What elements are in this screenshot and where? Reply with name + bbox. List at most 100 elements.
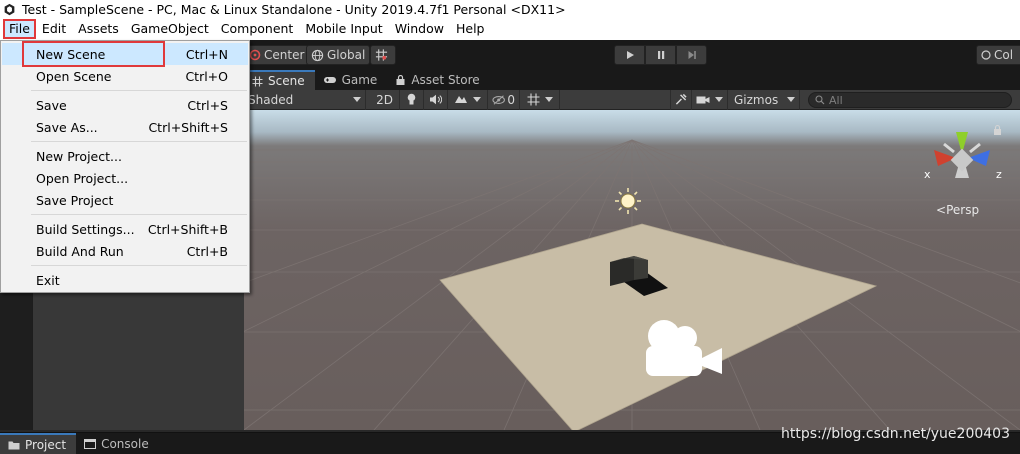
annotation-highlight-box [22, 41, 165, 67]
file-dropdown-menu: New Scene Ctrl+N Open Scene Ctrl+O Save … [0, 40, 250, 293]
speaker-icon [430, 94, 442, 105]
menu-item-save-project[interactable]: Save Project [2, 189, 248, 211]
menu-component[interactable]: Component [215, 19, 300, 39]
audio-toggle[interactable] [424, 89, 448, 110]
store-icon [396, 74, 405, 85]
window-title: Test - SampleScene - PC, Mac & Linux Sta… [22, 1, 566, 17]
menu-separator [31, 265, 247, 266]
menu-item-label: Build And Run [36, 243, 124, 259]
effects-icon [455, 96, 467, 103]
menu-gameobject[interactable]: GameObject [125, 19, 215, 39]
menu-separator [31, 214, 247, 215]
playback-controls [614, 45, 707, 65]
hash-icon [252, 76, 263, 86]
title-bar: Test - SampleScene - PC, Mac & Linux Sta… [0, 0, 1020, 18]
scene-render [244, 124, 1020, 430]
menu-item-label: Open Project... [36, 170, 129, 186]
menu-item-shortcut: Ctrl+B [186, 243, 228, 259]
menu-file[interactable]: File [3, 19, 36, 39]
tab-scene[interactable]: Scene [244, 70, 315, 90]
menu-item-shortcut: Ctrl+N [185, 46, 228, 62]
menu-item-shortcut: Ctrl+Shift+S [148, 119, 228, 135]
pivot-label: Center [264, 48, 305, 62]
menu-item-label: Save Project [36, 192, 114, 208]
gizmo-z-label: z [996, 168, 1002, 181]
menu-assets[interactable]: Assets [72, 19, 125, 39]
grid-dropdown[interactable] [520, 89, 560, 110]
menu-item-open-scene[interactable]: Open Scene Ctrl+O [2, 65, 248, 87]
menu-item-label: New Project... [36, 148, 122, 164]
menu-item-new-project[interactable]: New Project... [2, 145, 248, 167]
space-toggle-button[interactable]: Global [306, 45, 371, 65]
menu-help[interactable]: Help [450, 19, 491, 39]
gizmos-label: Gizmos [734, 92, 779, 107]
tab-console[interactable]: Console [76, 433, 159, 454]
tab-project[interactable]: Project [0, 433, 77, 454]
pivot-toggle-button[interactable]: Center [244, 45, 310, 65]
tab-console-label: Console [101, 436, 149, 451]
chevron-down-icon [787, 97, 795, 102]
menu-edit[interactable]: Edit [36, 19, 72, 39]
draw-mode-dropdown[interactable]: Shaded [244, 89, 366, 110]
projection-label[interactable]: <Persp [936, 203, 979, 217]
wrench-icon [675, 93, 687, 105]
scene-search-input[interactable]: All [808, 92, 1012, 108]
snap-grid-button[interactable] [370, 45, 396, 65]
menu-bar: File Edit Assets GameObject Component Mo… [0, 18, 1020, 40]
camera-settings-dropdown[interactable] [692, 89, 728, 110]
menu-separator [31, 90, 247, 91]
persp-label: Persp [946, 203, 980, 217]
chevron-down-icon [715, 97, 723, 102]
search-icon [815, 95, 825, 105]
menu-item-save[interactable]: Save Ctrl+S [2, 94, 248, 116]
menu-item-label: Open Scene [36, 68, 112, 84]
globe-icon [311, 49, 324, 61]
menu-item-exit[interactable]: Exit [2, 269, 248, 291]
tab-game-label: Game [341, 73, 378, 87]
step-button[interactable] [676, 45, 707, 65]
menu-item-save-as[interactable]: Save As... Ctrl+Shift+S [2, 116, 248, 138]
chevron-down-icon [544, 97, 553, 102]
chevron-down-icon [473, 97, 481, 102]
menu-item-build-and-run[interactable]: Build And Run Ctrl+B [2, 240, 248, 262]
menu-item-label: Save As... [36, 119, 98, 135]
draw-mode-label: Shaded [248, 92, 294, 107]
tab-project-label: Project [25, 437, 67, 452]
eye-slash-icon [492, 94, 505, 105]
orientation-gizmo[interactable] [934, 132, 990, 178]
search-placeholder: All [829, 93, 843, 107]
hidden-objects-toggle[interactable]: 0 [488, 89, 520, 110]
console-icon [84, 438, 97, 449]
grid-icon [527, 93, 539, 106]
gizmos-dropdown[interactable]: Gizmos [730, 89, 800, 110]
toggle-2d-button[interactable]: 2D [370, 89, 400, 110]
tab-asset-store[interactable]: Asset Store [387, 70, 489, 90]
cloud-icon [981, 50, 991, 60]
menu-mobile-input[interactable]: Mobile Input [299, 19, 388, 39]
toggle-2d-label: 2D [376, 92, 393, 107]
menu-separator [31, 141, 247, 142]
menu-item-open-project[interactable]: Open Project... [2, 167, 248, 189]
hidden-count: 0 [507, 92, 515, 107]
menu-item-shortcut: Ctrl+Shift+B [147, 221, 228, 237]
pause-icon [657, 51, 664, 59]
menu-window[interactable]: Window [389, 19, 450, 39]
pause-button[interactable] [645, 45, 676, 65]
gamepad-icon [323, 77, 336, 83]
tab-game[interactable]: Game [315, 70, 388, 90]
space-label: Global [327, 48, 366, 62]
menu-item-label: Save [36, 97, 67, 113]
menu-item-shortcut: Ctrl+O [185, 68, 228, 84]
tools-button[interactable] [670, 89, 692, 110]
scene-viewport[interactable]: x z <Persp [244, 110, 1020, 430]
gizmo-lock-icon[interactable] [994, 124, 1001, 136]
lighting-toggle[interactable] [400, 89, 424, 110]
pivot-center-icon [249, 49, 261, 61]
collab-button[interactable]: Col [976, 45, 1020, 65]
menu-item-build-settings[interactable]: Build Settings... Ctrl+Shift+B [2, 218, 248, 240]
effects-dropdown[interactable] [448, 89, 488, 110]
play-button[interactable] [614, 45, 645, 65]
watermark-text: https://blog.csdn.net/yue200403 [781, 426, 1010, 442]
directional-light-icon[interactable] [615, 188, 641, 214]
camera-icon [696, 96, 710, 103]
